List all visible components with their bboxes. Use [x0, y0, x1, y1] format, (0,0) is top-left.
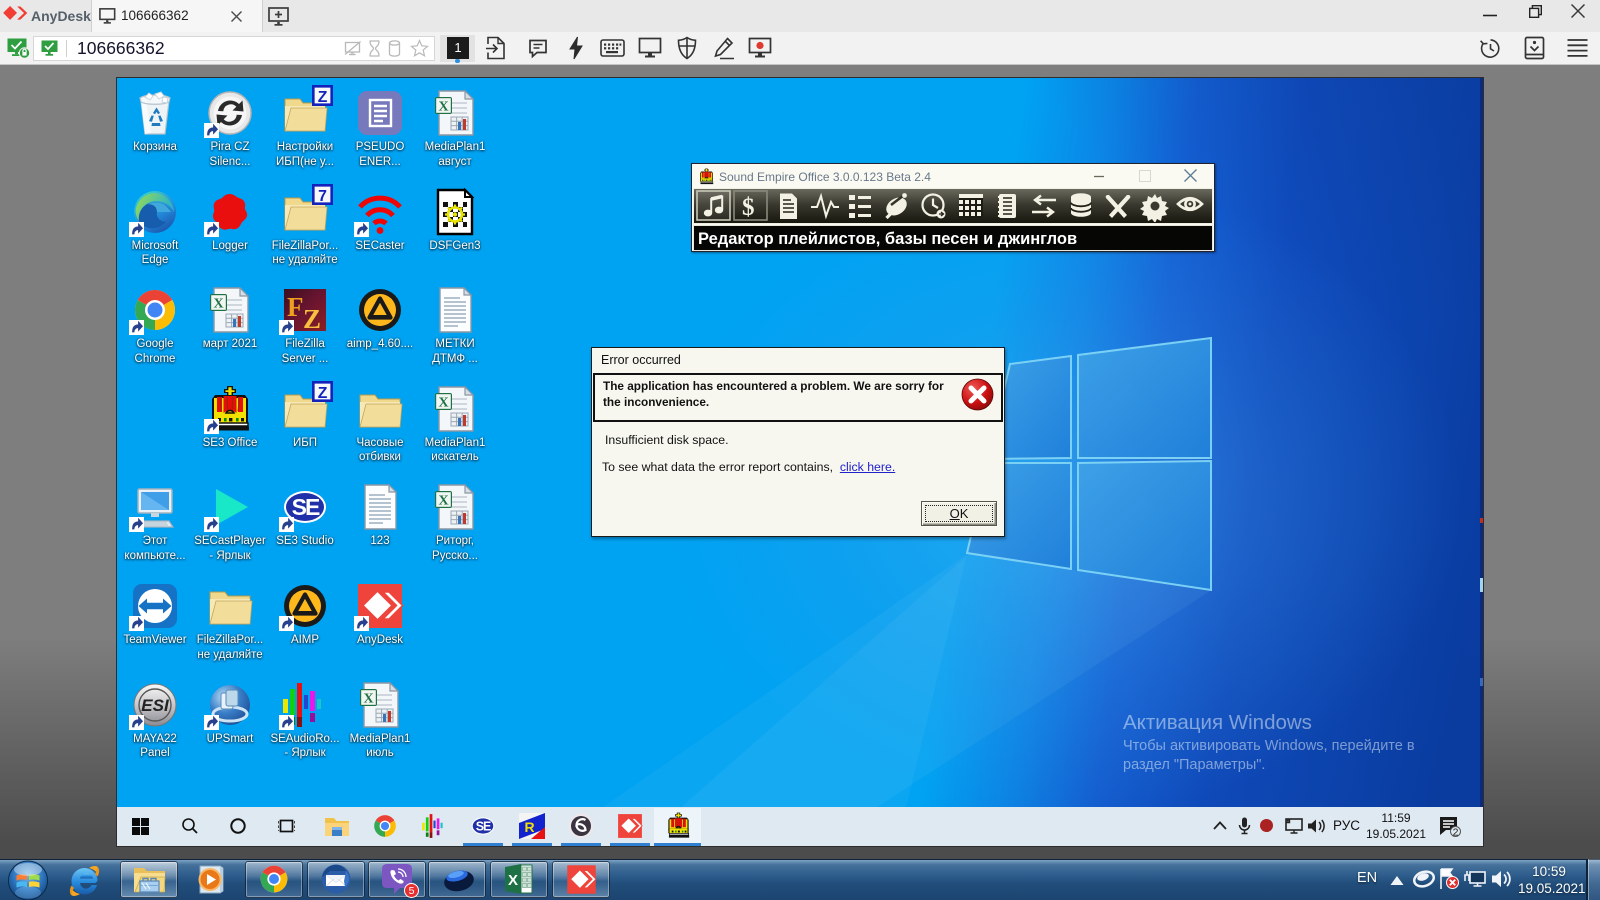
svg-text:$: $ [742, 194, 755, 221]
svg-text:X: X [508, 872, 518, 889]
svg-text:R: R [524, 819, 534, 835]
svg-text:2: 2 [1453, 827, 1459, 838]
